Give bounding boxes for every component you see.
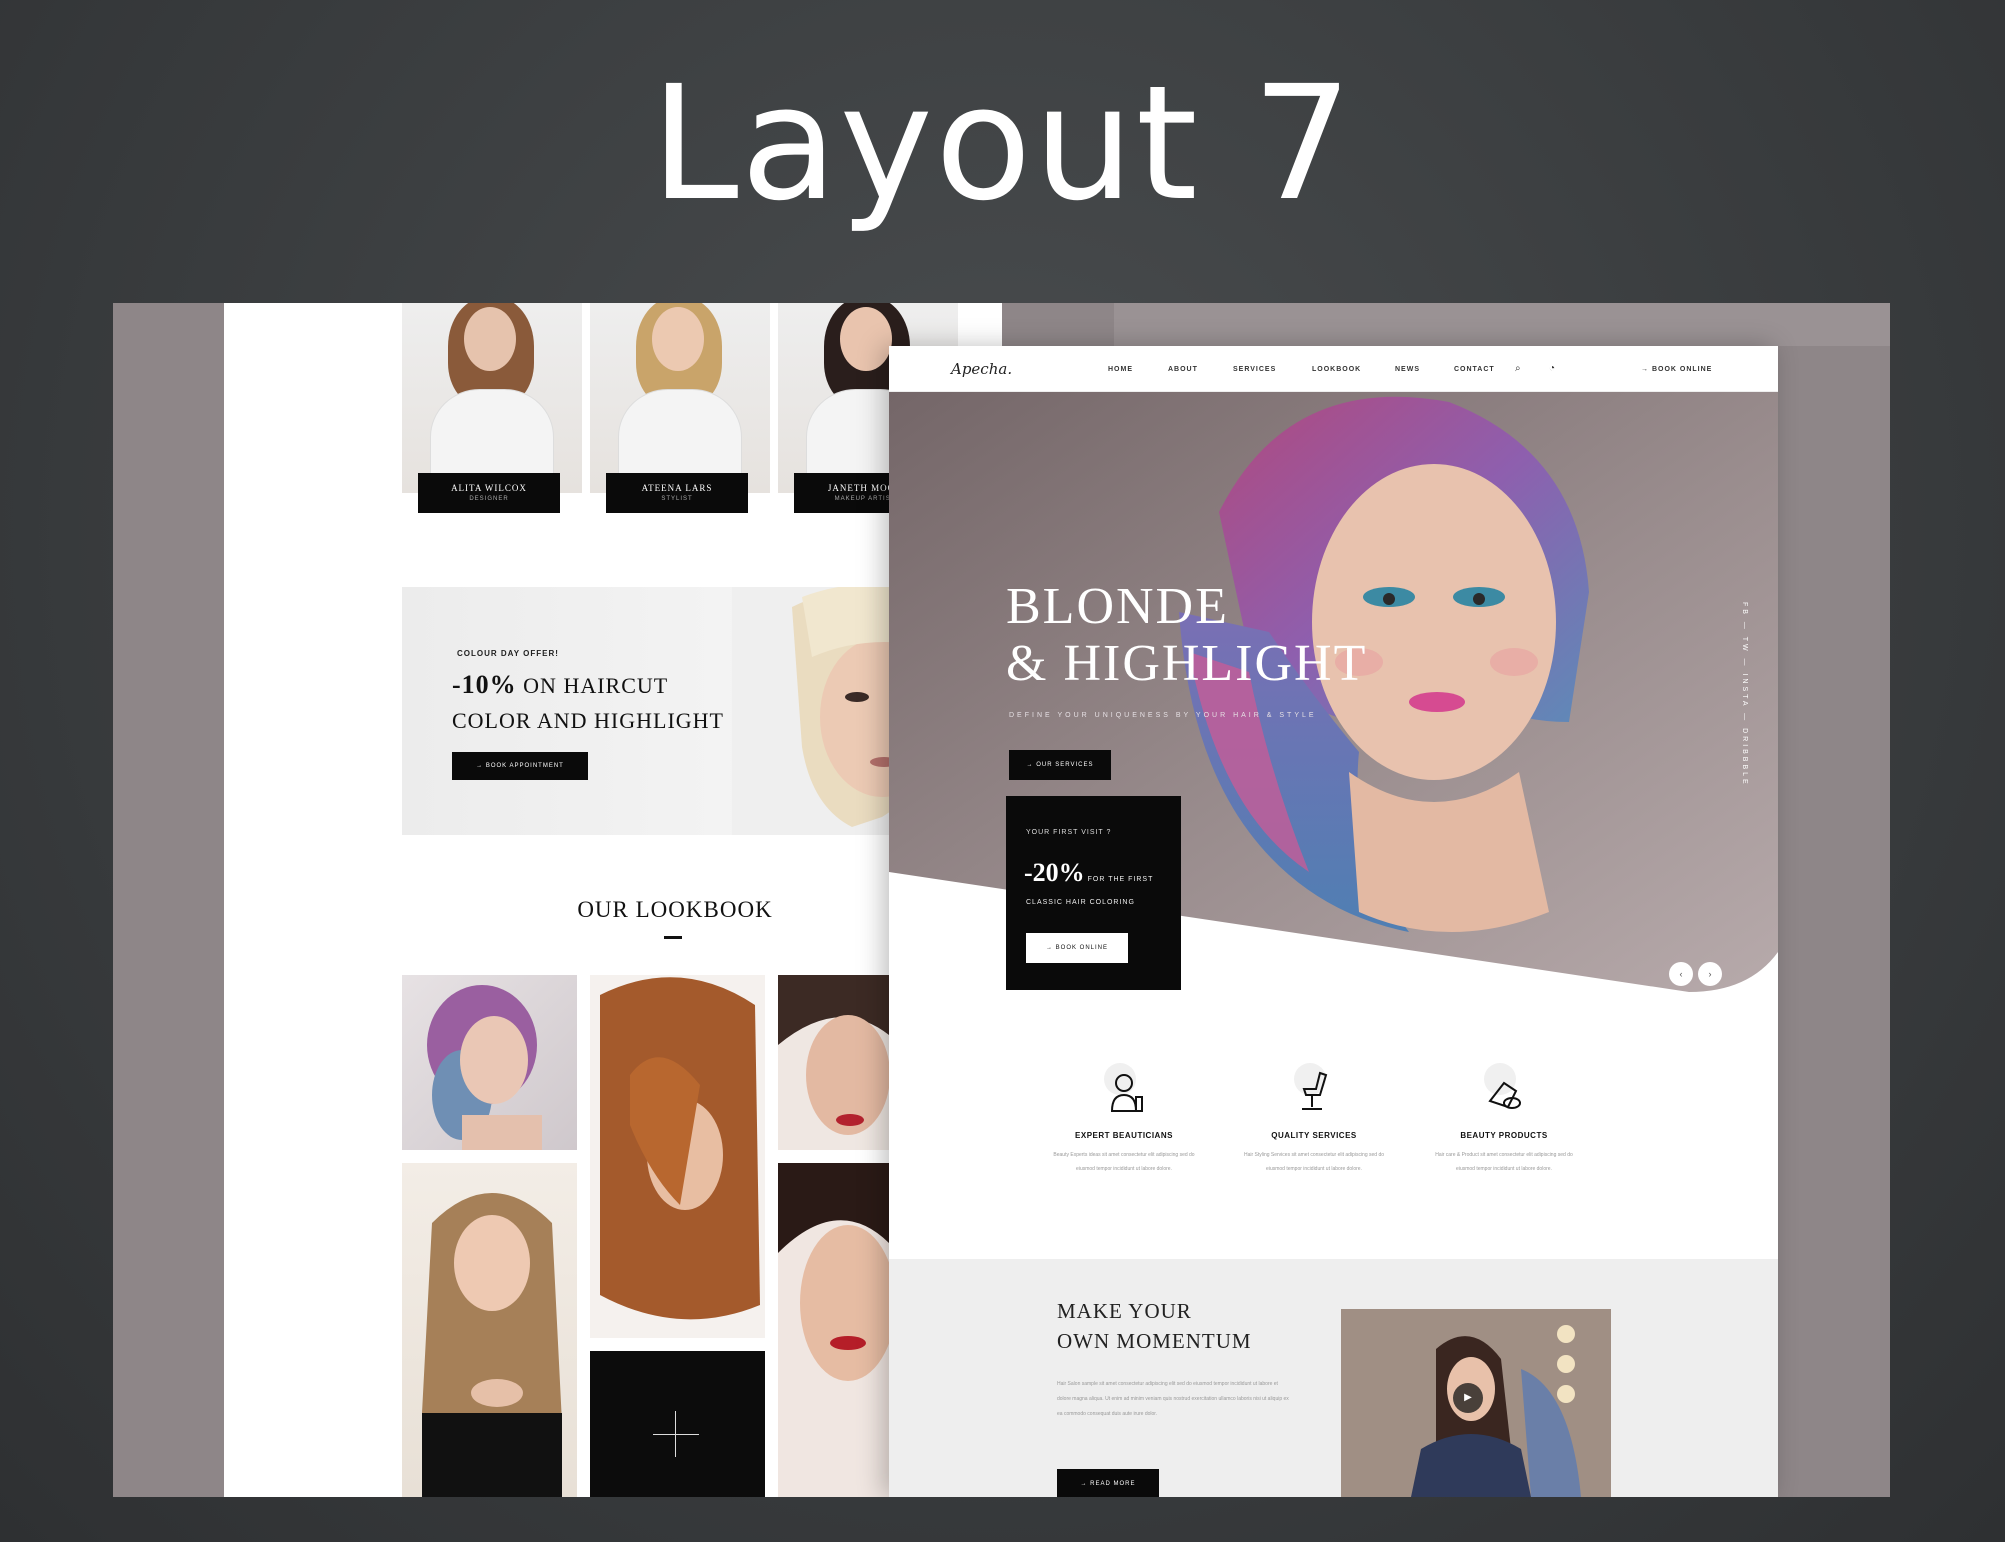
salon-chair-icon (1284, 1061, 1344, 1121)
visit-kicker: YOUR FIRST VISIT ? (1026, 829, 1112, 836)
stage-backdrop (1114, 303, 1890, 346)
feature-description: Hair care & Product sit amet consectetur… (1435, 1152, 1573, 1172)
momentum-section: MAKE YOUR OWN MOMENTUM Hair Salon sample… (889, 1259, 1778, 1497)
hero-title-second-line: & HIGHLIGHT (1006, 635, 1368, 692)
hero-title: BLONDE (1006, 578, 1229, 635)
salon-video-thumbnail[interactable]: ▶ (1341, 1309, 1611, 1497)
book-online-button[interactable]: → BOOK ONLINE (1026, 933, 1128, 963)
nav-home[interactable]: HOME (1108, 366, 1133, 373)
slider-next-button[interactable]: › (1698, 962, 1722, 986)
visit-headline-rest: FOR THE FIRST (1084, 876, 1154, 883)
lookbook-photo[interactable] (402, 1163, 577, 1497)
visit-discount: -20% (1024, 858, 1085, 887)
slider-prev-button[interactable]: ‹ (1669, 962, 1693, 986)
team-name-tag: ALITA WILCOX DESIGNER (418, 473, 560, 513)
our-services-button[interactable]: → OUR SERVICES (1009, 750, 1111, 780)
lookbook-title: OUR LOOKBOOK (577, 897, 773, 922)
book-appointment-button[interactable]: → BOOK APPOINTMENT (452, 752, 588, 780)
lookbook-photo[interactable] (778, 1163, 889, 1497)
lookbook-video-tile[interactable] (590, 1351, 765, 1497)
lookbook-photo[interactable] (590, 975, 765, 1338)
site-logo[interactable]: Apecha. (951, 360, 1012, 378)
social-links-vertical[interactable]: FB — TW — INSTA — DRIBBBLE (1741, 602, 1748, 787)
offer-headline: -10% ON HAIRCUT (452, 670, 668, 700)
nav-services[interactable]: SERVICES (1233, 366, 1276, 373)
team-name: ALITA WILCOX (451, 483, 527, 493)
nav-lookbook[interactable]: LOOKBOOK (1312, 366, 1361, 373)
search-icon[interactable]: ⌕ (1515, 363, 1521, 374)
book-online-link[interactable]: → BOOK ONLINE (1641, 366, 1712, 373)
team-card[interactable]: ATEENA LARS STYLIST (590, 303, 770, 513)
offer-kicker: COLOUR DAY OFFER! (457, 649, 559, 658)
slide-title: Layout 7 (650, 52, 1355, 236)
team-card[interactable]: ALITA WILCOX DESIGNER (402, 303, 582, 513)
team-name-tag: ATEENA LARS STYLIST (606, 473, 748, 513)
beauty-products-icon (1474, 1061, 1534, 1121)
feature-expert-beauticians: EXPERT BEAUTICIANS Beauty Experts ideas … (1044, 1061, 1204, 1176)
preview-stage: ALITA WILCOX DESIGNER ATEENA LARS STYLIS… (113, 303, 1890, 1497)
offer-headline-rest: ON HAIRCUT (516, 673, 669, 698)
momentum-title-second-line: OWN MOMENTUM (1057, 1329, 1252, 1353)
nav-contact[interactable]: CONTACT (1454, 366, 1495, 373)
right-page-preview: Apecha. HOME ABOUT SERVICES LOOKBOOK NEW… (889, 346, 1778, 1497)
left-page-preview: ALITA WILCOX DESIGNER ATEENA LARS STYLIS… (224, 303, 1002, 1497)
cart-icon[interactable]: ◔ (1549, 363, 1555, 374)
visit-headline: -20% FOR THE FIRST (1024, 858, 1153, 888)
feature-beauty-products: BEAUTY PRODUCTS Hair care & Product sit … (1424, 1061, 1584, 1176)
team-name: ATEENA LARS (641, 483, 713, 493)
team-role: DESIGNER (469, 496, 509, 502)
nav-about[interactable]: ABOUT (1168, 366, 1198, 373)
beautician-icon (1094, 1061, 1154, 1121)
feature-title: QUALITY SERVICES (1271, 1131, 1357, 1140)
nav-news[interactable]: NEWS (1395, 366, 1420, 373)
momentum-title: MAKE YOUR (1057, 1299, 1192, 1323)
feature-title: BEAUTY PRODUCTS (1460, 1131, 1548, 1140)
feature-description: Beauty Experts ideas sit amet consectetu… (1053, 1152, 1195, 1172)
first-visit-offer: YOUR FIRST VISIT ? -20% FOR THE FIRST CL… (1006, 796, 1181, 990)
feature-quality-services: QUALITY SERVICES Hair Styling Services s… (1234, 1061, 1394, 1176)
momentum-text: Hair Salon sample sit amet consectetur a… (1057, 1381, 1289, 1417)
lookbook-divider (664, 936, 682, 939)
hero-subtitle: DEFINE YOUR UNIQUENESS BY YOUR HAIR & ST… (1009, 712, 1317, 719)
site-navbar: Apecha. HOME ABOUT SERVICES LOOKBOOK NEW… (889, 346, 1778, 392)
team-photo (590, 303, 770, 493)
team-role: STYLIST (661, 496, 693, 502)
read-more-button[interactable]: → READ MORE (1057, 1469, 1159, 1497)
feature-title: EXPERT BEAUTICIANS (1075, 1131, 1173, 1140)
play-icon[interactable]: ▶ (1453, 1383, 1483, 1413)
team-photo (402, 303, 582, 493)
visit-subline: CLASSIC HAIR COLORING (1026, 899, 1135, 906)
lookbook-photo[interactable] (402, 975, 577, 1150)
lookbook-photo[interactable] (778, 975, 889, 1150)
offer-subline: COLOR AND HIGHLIGHT (452, 708, 724, 733)
offer-discount: -10% (452, 670, 517, 699)
feature-description: Hair Styling Services sit amet consectet… (1243, 1152, 1385, 1172)
